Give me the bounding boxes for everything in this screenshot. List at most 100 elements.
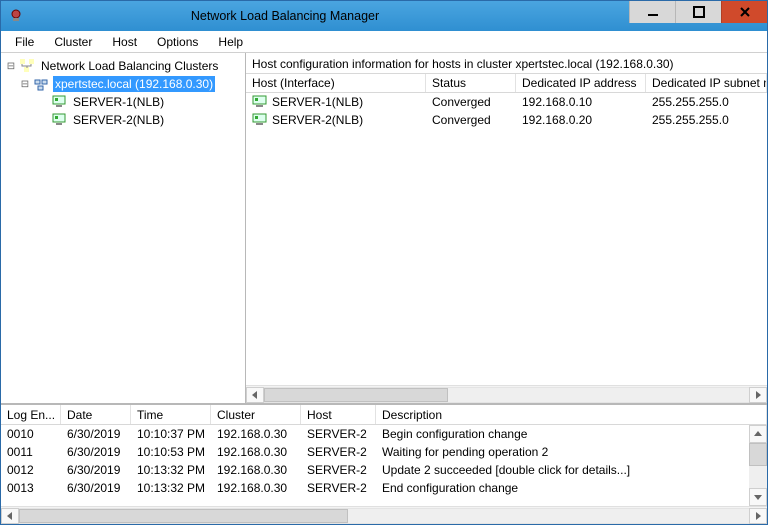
close-button[interactable] xyxy=(721,1,767,23)
detail-header: Host configuration information for hosts… xyxy=(246,53,767,73)
window-controls xyxy=(629,1,767,23)
cell-host: SERVER-2 xyxy=(301,427,376,441)
window-title: Network Load Balancing Manager xyxy=(31,9,629,23)
log-body: 0010 6/30/2019 10:10:37 PM 192.168.0.30 … xyxy=(1,425,767,506)
table-row[interactable]: SERVER-2(NLB) Converged 192.168.0.20 255… xyxy=(246,111,767,129)
detail-rows[interactable]: SERVER-1(NLB) Converged 192.168.0.10 255… xyxy=(246,93,767,385)
table-row[interactable]: 0013 6/30/2019 10:13:32 PM 192.168.0.30 … xyxy=(1,479,749,497)
cell-desc: Waiting for pending operation 2 xyxy=(376,445,749,459)
cell-host: SERVER-2 xyxy=(301,445,376,459)
tree-cluster-row[interactable]: ⊟ xpertstec.local (192.168.0.30) xyxy=(5,75,245,93)
cell-host: SERVER-2 xyxy=(301,481,376,495)
scroll-right-icon[interactable] xyxy=(749,508,767,524)
cell-date: 6/30/2019 xyxy=(61,427,131,441)
cell-id: 0011 xyxy=(1,445,61,459)
cell-desc: Begin configuration change xyxy=(376,427,749,441)
col-subnet[interactable]: Dedicated IP subnet m xyxy=(646,74,767,92)
cell-status: Converged xyxy=(426,113,516,127)
menu-help[interactable]: Help xyxy=(208,33,253,51)
cell-time: 10:10:53 PM xyxy=(131,445,211,459)
menu-cluster[interactable]: Cluster xyxy=(44,33,102,51)
detail-pane: Host configuration information for hosts… xyxy=(246,53,767,403)
cell-host: SERVER-2 xyxy=(301,463,376,477)
table-row[interactable]: 0010 6/30/2019 10:10:37 PM 192.168.0.30 … xyxy=(1,425,749,443)
col-time[interactable]: Time xyxy=(131,405,211,424)
tree-root-row[interactable]: ⊟ Network Load Balancing Clusters xyxy=(5,57,245,75)
cell-time: 10:13:32 PM xyxy=(131,481,211,495)
cell-id: 0010 xyxy=(1,427,61,441)
detail-grid: Host (Interface) Status Dedicated IP add… xyxy=(246,73,767,403)
col-ip[interactable]: Dedicated IP address xyxy=(516,74,646,92)
tree-root-label: Network Load Balancing Clusters xyxy=(39,58,220,74)
col-cluster[interactable]: Cluster xyxy=(211,405,301,424)
tree-host-row[interactable]: SERVER-2(NLB) xyxy=(5,111,245,129)
app-window: Network Load Balancing Manager File Clus… xyxy=(0,0,768,525)
scroll-thumb[interactable] xyxy=(19,509,348,523)
col-description[interactable]: Description xyxy=(376,405,767,424)
maximize-button[interactable] xyxy=(675,1,721,23)
tree-pane[interactable]: ⊟ Network Load Balancing Clusters ⊟ xper… xyxy=(1,53,246,403)
menu-file[interactable]: File xyxy=(5,33,44,51)
clusters-icon xyxy=(19,58,35,74)
tree-host-row[interactable]: SERVER-1(NLB) xyxy=(5,93,245,111)
col-host[interactable]: Host xyxy=(301,405,376,424)
log-columns: Log En... Date Time Cluster Host Descrip… xyxy=(1,405,767,425)
cell-cluster: 192.168.0.30 xyxy=(211,481,301,495)
collapse-icon[interactable]: ⊟ xyxy=(19,78,31,90)
scroll-thumb[interactable] xyxy=(264,388,448,402)
tree-cluster-label: xpertstec.local (192.168.0.30) xyxy=(53,76,215,92)
cell-mask: 255.255.255.0 xyxy=(646,95,767,109)
tree-host-label: SERVER-2(NLB) xyxy=(71,112,166,128)
server-icon xyxy=(51,94,67,110)
cell-ip: 192.168.0.10 xyxy=(516,95,646,109)
app-icon xyxy=(7,7,25,25)
server-icon xyxy=(252,113,268,127)
cell-cluster: 192.168.0.30 xyxy=(211,427,301,441)
col-status[interactable]: Status xyxy=(426,74,516,92)
server-icon xyxy=(252,95,268,109)
table-row[interactable]: 0012 6/30/2019 10:13:32 PM 192.168.0.30 … xyxy=(1,461,749,479)
table-row[interactable]: SERVER-1(NLB) Converged 192.168.0.10 255… xyxy=(246,93,767,111)
log-vscroll[interactable] xyxy=(749,425,767,506)
cluster-icon xyxy=(33,76,49,92)
cell-ip: 192.168.0.20 xyxy=(516,113,646,127)
cell-date: 6/30/2019 xyxy=(61,445,131,459)
scroll-left-icon[interactable] xyxy=(1,508,19,524)
col-log-entry[interactable]: Log En... xyxy=(1,405,61,424)
col-date[interactable]: Date xyxy=(61,405,131,424)
scroll-left-icon[interactable] xyxy=(246,387,264,403)
cell-cluster: 192.168.0.30 xyxy=(211,463,301,477)
detail-hscroll[interactable] xyxy=(246,385,767,403)
log-hscroll[interactable] xyxy=(1,506,767,524)
scroll-right-icon[interactable] xyxy=(749,387,767,403)
cell-date: 6/30/2019 xyxy=(61,481,131,495)
cell-mask: 255.255.255.0 xyxy=(646,113,767,127)
detail-columns: Host (Interface) Status Dedicated IP add… xyxy=(246,73,767,93)
cell-id: 0012 xyxy=(1,463,61,477)
minimize-button[interactable] xyxy=(629,1,675,23)
scroll-down-icon[interactable] xyxy=(749,488,767,506)
server-icon xyxy=(51,112,67,128)
cell-time: 10:13:32 PM xyxy=(131,463,211,477)
table-row[interactable]: 0011 6/30/2019 10:10:53 PM 192.168.0.30 … xyxy=(1,443,749,461)
tree-host-label: SERVER-1(NLB) xyxy=(71,94,166,110)
cell-host: SERVER-1(NLB) xyxy=(272,95,363,109)
main-area: ⊟ Network Load Balancing Clusters ⊟ xper… xyxy=(1,53,767,404)
cell-id: 0013 xyxy=(1,481,61,495)
cell-status: Converged xyxy=(426,95,516,109)
log-rows[interactable]: 0010 6/30/2019 10:10:37 PM 192.168.0.30 … xyxy=(1,425,749,506)
cell-host: SERVER-2(NLB) xyxy=(272,113,363,127)
scroll-thumb[interactable] xyxy=(749,443,767,466)
title-bar: Network Load Balancing Manager xyxy=(1,1,767,31)
scroll-up-icon[interactable] xyxy=(749,425,767,443)
menu-options[interactable]: Options xyxy=(147,33,208,51)
menu-bar: File Cluster Host Options Help xyxy=(1,31,767,53)
scroll-track[interactable] xyxy=(264,387,749,403)
cell-time: 10:10:37 PM xyxy=(131,427,211,441)
col-host[interactable]: Host (Interface) xyxy=(246,74,426,92)
menu-host[interactable]: Host xyxy=(102,33,147,51)
scroll-track[interactable] xyxy=(19,508,749,524)
scroll-track[interactable] xyxy=(749,443,767,488)
collapse-icon[interactable]: ⊟ xyxy=(5,60,17,72)
cell-cluster: 192.168.0.30 xyxy=(211,445,301,459)
